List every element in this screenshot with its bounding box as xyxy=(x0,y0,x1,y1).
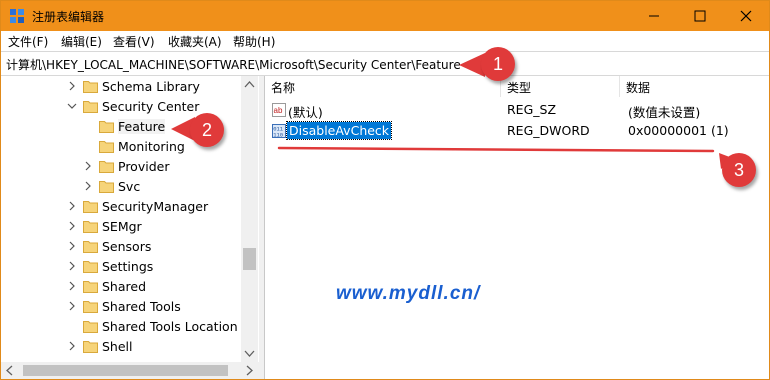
annotation-overlay xyxy=(171,53,735,169)
callout-3: 3 xyxy=(722,153,756,187)
callout-1: 1 xyxy=(481,47,515,81)
annotation-underline xyxy=(277,146,715,153)
callout-2: 2 xyxy=(190,113,224,147)
registry-editor-window: 注册表编辑器 文件(F) 编辑(E) 查看(V) 收藏夹(A) 帮助(H) 计算… xyxy=(0,0,770,380)
